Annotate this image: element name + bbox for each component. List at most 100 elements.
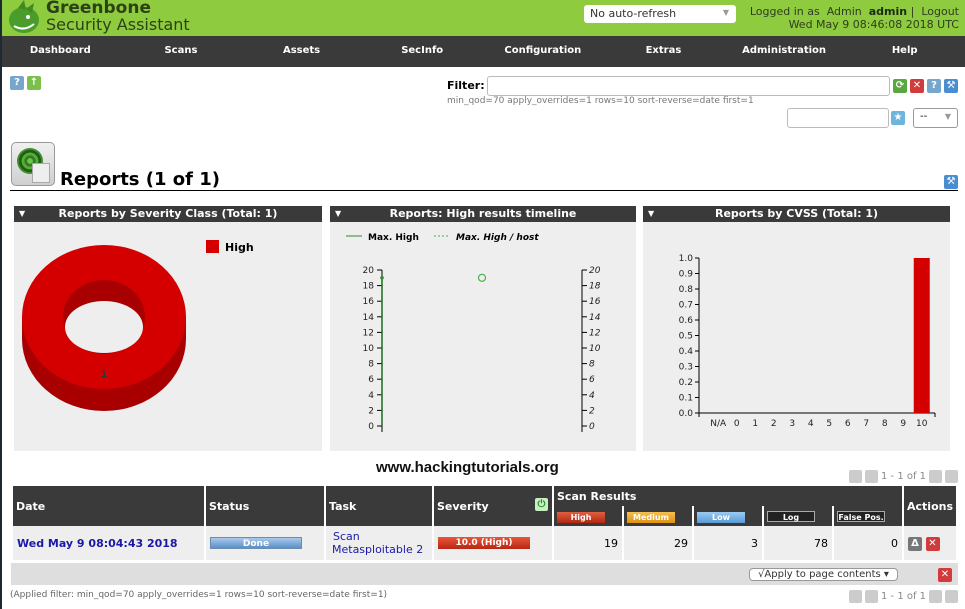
pagination-top: 1 - 1 of 1 (849, 470, 959, 483)
first-page-icon[interactable] (849, 590, 862, 603)
point-max-high (380, 276, 384, 280)
clear-filter-icon[interactable]: ✕ (910, 79, 924, 93)
current-datetime: Wed May 9 08:46:08 2018 UTC (788, 18, 959, 31)
y-tick-label-left: 0 (368, 422, 374, 432)
nav-extras[interactable]: Extras (603, 36, 724, 67)
nav-help[interactable]: Help (844, 36, 965, 67)
next-page-icon[interactable] (929, 470, 943, 483)
x-tick-label: 5 (826, 419, 832, 429)
last-page-icon[interactable] (945, 590, 959, 603)
last-page-icon[interactable] (945, 470, 959, 483)
col-actions: Actions (904, 486, 956, 526)
y-tick-label: 0.9 (679, 270, 694, 280)
reports-table: Date Status Task Severity ⏻ Scan Results… (11, 486, 958, 560)
y-tick-label-left: 16 (363, 297, 375, 307)
col-false-pos[interactable]: False Pos. (834, 506, 902, 526)
dashboard-settings-icon[interactable]: ⚒ (944, 175, 958, 189)
y-tick-label-right: 2 (589, 406, 595, 416)
upload-report-icon[interactable]: ↑ (27, 76, 41, 90)
nav-administration[interactable]: Administration (724, 36, 845, 67)
collapse-icon[interactable]: ▼ (19, 206, 25, 222)
y-tick-label: 0.6 (679, 316, 694, 326)
logout-link[interactable]: Logout (921, 5, 959, 18)
username-link[interactable]: admin (869, 5, 907, 18)
y-tick-label-left: 8 (368, 360, 374, 370)
logged-in-label: Logged in as (749, 5, 820, 18)
slice-label: 1 (101, 370, 107, 380)
filter-help-icon[interactable]: ? (927, 79, 941, 93)
auto-refresh-select[interactable]: No auto-refresh ▼ (584, 5, 736, 23)
reports-icon (11, 142, 55, 186)
panel-title: Reports: High results timeline (389, 207, 577, 220)
x-tick-label: 1 (752, 419, 758, 429)
col-log[interactable]: Log (764, 506, 832, 526)
col-date[interactable]: Date (13, 486, 204, 526)
collapse-icon[interactable]: ▼ (648, 206, 654, 222)
help-icon[interactable]: ? (10, 76, 24, 90)
y-tick-label-right: 12 (589, 328, 601, 338)
col-task[interactable]: Task (326, 486, 432, 526)
page-range: 1 - 1 of 1 (881, 591, 927, 602)
prev-page-icon[interactable] (865, 470, 878, 483)
header: Greenbone Security Assistant No auto-ref… (0, 0, 965, 36)
y-tick-label-right: 18 (589, 282, 601, 292)
brand-subtitle: Security Assistant (46, 15, 190, 34)
nav-configuration[interactable]: Configuration (483, 36, 604, 67)
wrench-icon[interactable]: ⚒ (944, 79, 958, 93)
col-low[interactable]: Low (694, 506, 762, 526)
apply-to-select[interactable]: √Apply to page contents ▾ (749, 568, 898, 581)
chevron-down-icon: ▼ (722, 8, 729, 17)
delta-report-icon[interactable]: Δ (908, 536, 922, 551)
next-page-icon[interactable] (929, 590, 943, 603)
y-tick-label: 0.0 (679, 409, 694, 419)
watermark: www.hackingtutorials.org (376, 459, 559, 476)
y-tick-label-left: 2 (368, 406, 374, 416)
y-tick-label: 0.1 (679, 394, 693, 404)
nav-assets[interactable]: Assets (241, 36, 362, 67)
power-icon[interactable]: ⏻ (535, 498, 548, 511)
first-page-icon[interactable] (849, 470, 862, 483)
x-tick-label: 0 (734, 419, 740, 429)
y-tick-label-right: 10 (589, 344, 601, 354)
collapse-icon[interactable]: ▼ (335, 206, 341, 222)
x-tick-label: 6 (845, 419, 851, 429)
log-badge: Log (767, 510, 815, 522)
legend-label-max-high-host: Max. High / host (456, 233, 539, 243)
filter-input[interactable] (487, 76, 890, 96)
nav-secinfo[interactable]: SecInfo (362, 36, 483, 67)
login-info: Logged in as Admin admin | Logout Wed Ma… (749, 5, 959, 31)
bulk-delete-icon[interactable]: ✕ (938, 568, 952, 582)
filter-name-input[interactable] (787, 108, 889, 128)
saved-filter-select[interactable]: -- ▼ (913, 108, 958, 128)
y-tick-label-right: 8 (589, 360, 595, 370)
task-name-line2: Metasploitable 2 (332, 543, 424, 556)
point-max-high-host (477, 273, 487, 282)
status-bar: Done (210, 537, 302, 549)
x-tick-label: N/A (710, 419, 727, 429)
nav-dashboard[interactable]: Dashboard (0, 36, 121, 67)
col-medium[interactable]: Medium (624, 506, 692, 526)
y-tick-label-right: 20 (589, 266, 601, 276)
col-status[interactable]: Status (206, 486, 324, 526)
x-tick-label: 7 (863, 419, 869, 429)
low-count: 3 (694, 526, 762, 560)
col-severity[interactable]: Severity ⏻ (434, 486, 552, 526)
auto-refresh-value: No auto-refresh (590, 7, 677, 20)
legend-swatch-high (206, 240, 219, 253)
task-link[interactable]: Scan Metasploitable 2 (332, 530, 428, 556)
prev-page-icon[interactable] (865, 590, 878, 603)
panel-title: Reports by CVSS (Total: 1) (714, 207, 879, 220)
severity-donut-chart: High 1 (22, 240, 254, 411)
high-count: 19 (554, 526, 622, 560)
refresh-filter-icon[interactable]: ⟳ (893, 79, 907, 93)
col-high[interactable]: High (554, 506, 622, 526)
nav-scans[interactable]: Scans (121, 36, 242, 67)
save-filter-icon[interactable]: ★ (891, 111, 905, 125)
delete-report-icon[interactable]: ✕ (925, 536, 940, 551)
donut-hole (65, 301, 143, 353)
window-edge (0, 0, 2, 609)
greenbone-logo-icon (9, 0, 39, 33)
report-date-link[interactable]: Wed May 9 08:04:43 2018 (17, 537, 178, 550)
y-tick-label-left: 4 (368, 391, 374, 401)
x-tick-label: 3 (789, 419, 795, 429)
